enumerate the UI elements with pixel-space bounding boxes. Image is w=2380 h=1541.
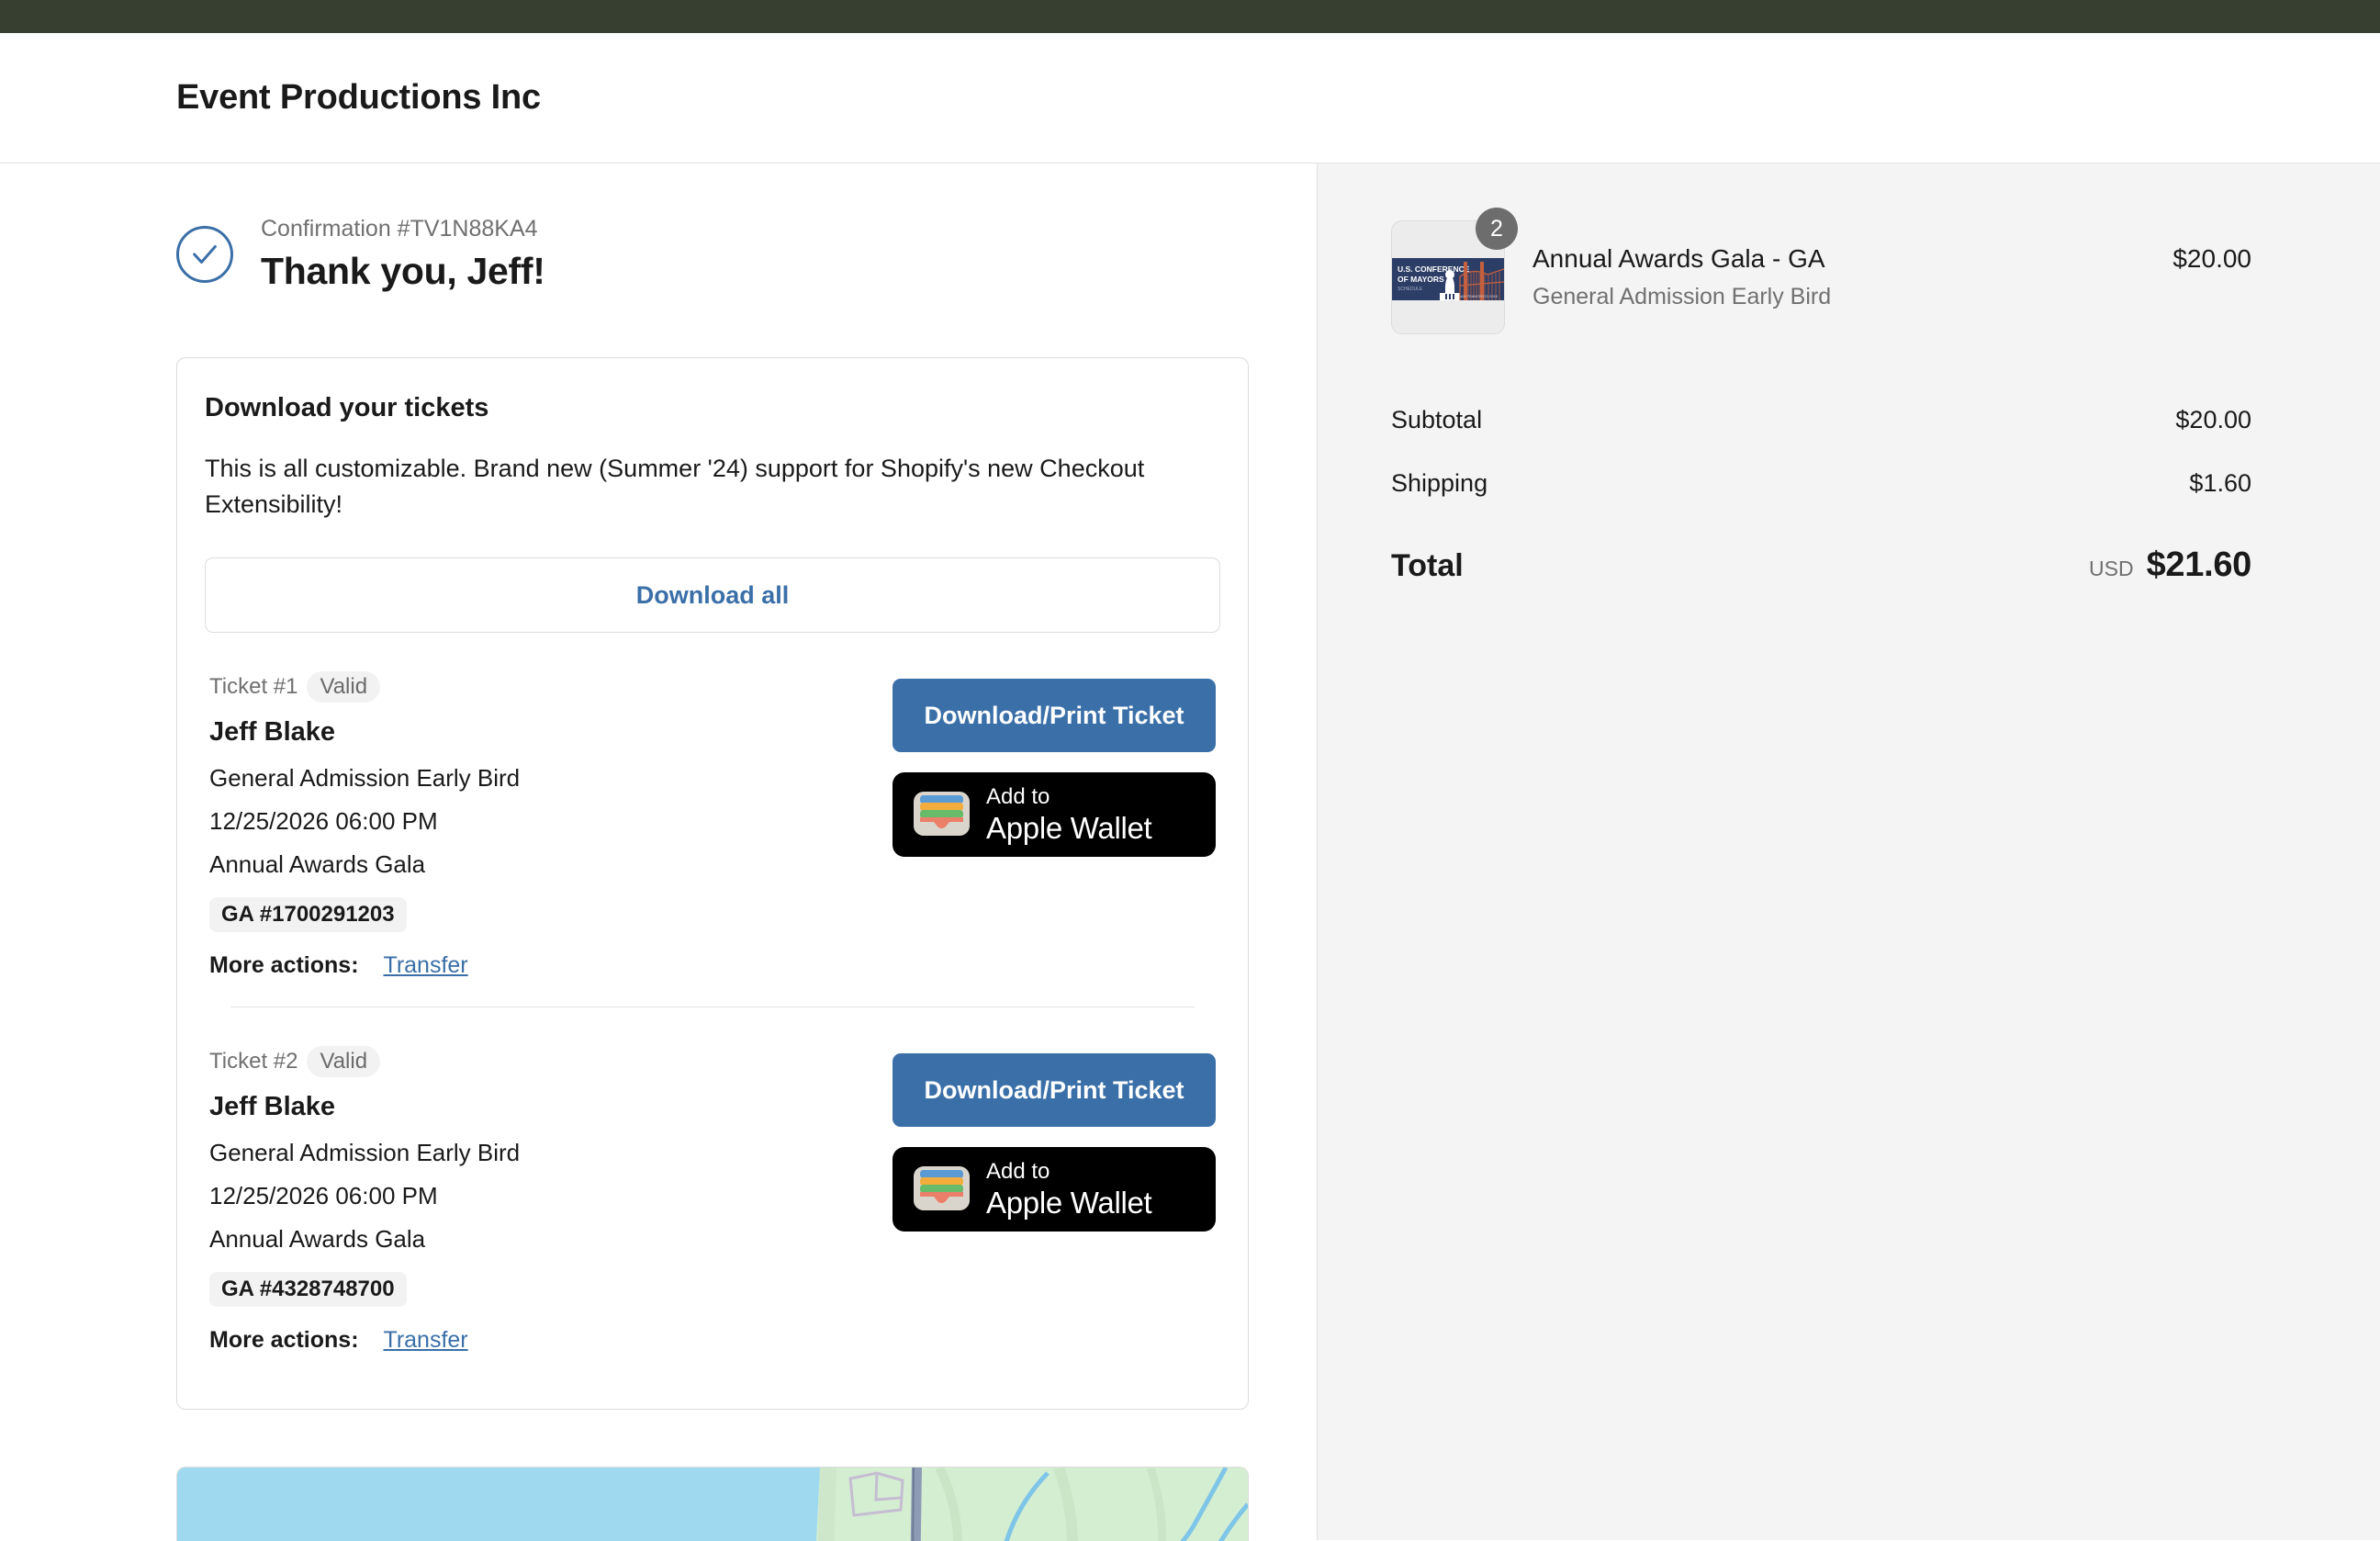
event-location-map[interactable] <box>176 1467 1249 1541</box>
shop-header: Event Productions Inc <box>0 33 2380 163</box>
confirmation-number: Confirmation #TV1N88KA4 <box>261 216 538 242</box>
total-row: Total USD $21.60 <box>1391 546 2251 585</box>
ticket-event-name: Annual Awards Gala <box>209 1225 426 1254</box>
ticket-actions: Download/Print Ticket Add to Apple Walle… <box>892 671 1216 858</box>
svg-text:OF MAYORS: OF MAYORS <box>1398 275 1444 284</box>
wallet-add-text: Add to <box>986 784 1050 810</box>
more-actions: More actions: Transfer <box>209 1327 520 1354</box>
status-badge: Valid <box>307 671 381 703</box>
check-circle-icon <box>176 225 233 283</box>
download-print-ticket-button[interactable]: Download/Print Ticket <box>892 1053 1216 1128</box>
total-amount: USD $21.60 <box>2089 546 2251 585</box>
ticket-actions: Download/Print Ticket Add to Apple Walle… <box>892 1046 1216 1232</box>
shipping-label: Shipping <box>1391 469 1488 497</box>
ticket-code: GA #4328748700 <box>209 1272 407 1308</box>
more-actions-label: More actions: <box>209 952 359 979</box>
subtotal-value: $20.00 <box>2175 406 2251 433</box>
product-thumbnail-wrap: U.S. CONFERENCE OF MAYORS SCHEDULE SAN F… <box>1391 208 1518 334</box>
total-value: $21.60 <box>2146 546 2252 584</box>
apple-wallet-label: Add to Apple Wallet <box>986 784 1152 846</box>
transfer-link[interactable]: Transfer <box>383 952 467 978</box>
ticket-type: General Admission Early Bird <box>209 764 521 793</box>
download-print-ticket-button[interactable]: Download/Print Ticket <box>892 679 1216 753</box>
attendee-name: Jeff Blake <box>209 717 336 748</box>
ticket-event-name: Annual Awards Gala <box>209 850 426 879</box>
status-badge: Valid <box>307 1046 381 1078</box>
order-item-title: Annual Awards Gala - GA <box>1532 244 1825 273</box>
order-line-item: U.S. CONFERENCE OF MAYORS SCHEDULE SAN F… <box>1391 208 2251 334</box>
ticket-info: Ticket #2 Valid Jeff Blake General Admis… <box>209 1046 520 1354</box>
order-item-price: $20.00 <box>2172 244 2251 273</box>
total-label: Total <box>1391 548 1464 583</box>
transfer-link[interactable]: Transfer <box>383 1327 467 1353</box>
wallet-brand-text: Apple Wallet <box>986 1186 1152 1220</box>
order-item-texts: Annual Awards Gala - GA General Admissio… <box>1532 220 2145 310</box>
thank-you-title: Thank you, Jeff! <box>261 249 545 292</box>
ticket-row: Ticket #2 Valid Jeff Blake General Admis… <box>205 1007 1220 1381</box>
ticket-info: Ticket #1 Valid Jeff Blake General Admis… <box>209 671 520 979</box>
order-summary: U.S. CONFERENCE OF MAYORS SCHEDULE SAN F… <box>1318 163 2380 1540</box>
more-actions-label: More actions: <box>209 1327 359 1354</box>
ticket-datetime: 12/25/2026 06:00 PM <box>209 1182 438 1210</box>
ticket-code: GA #1700291203 <box>209 897 407 933</box>
download-all-button[interactable]: Download all <box>205 557 1220 634</box>
tickets-card-description: This is all customizable. Brand new (Sum… <box>205 454 1145 518</box>
ticket-datetime: 12/25/2026 06:00 PM <box>209 807 438 836</box>
shop-name: Event Productions Inc <box>176 78 541 117</box>
wallet-add-text: Add to <box>986 1159 1050 1185</box>
svg-text:SAN FRANCISCO 2015: SAN FRANCISCO 2015 <box>1458 294 1499 298</box>
total-currency: USD <box>2089 557 2134 580</box>
confirmation-block: Confirmation #TV1N88KA4 Thank you, Jeff! <box>176 214 1317 295</box>
svg-text:U.S. CONFERENCE: U.S. CONFERENCE <box>1398 264 1470 274</box>
tickets-card: Download your tickets This is all custom… <box>176 356 1249 1411</box>
subtotal-row: Subtotal $20.00 <box>1391 406 2251 434</box>
page-body: Confirmation #TV1N88KA4 Thank you, Jeff!… <box>0 163 2380 1541</box>
order-item-variant: General Admission Early Bird <box>1532 284 1832 309</box>
main-column: Confirmation #TV1N88KA4 Thank you, Jeff!… <box>0 163 1318 1541</box>
ticket-number: Ticket #2 <box>209 1049 298 1074</box>
top-accent-bar <box>0 0 2380 33</box>
subtotal-label: Subtotal <box>1391 406 1483 433</box>
tickets-card-heading: Download your tickets <box>205 392 489 422</box>
apple-wallet-icon <box>913 1165 971 1214</box>
ticket-row: Ticket #1 Valid Jeff Blake General Admis… <box>205 633 1220 1007</box>
wallet-brand-text: Apple Wallet <box>986 811 1152 846</box>
attendee-name: Jeff Blake <box>209 1092 336 1122</box>
add-to-apple-wallet-button[interactable]: Add to Apple Wallet <box>892 772 1216 858</box>
shipping-value: $1.60 <box>2189 469 2251 497</box>
svg-text:SCHEDULE: SCHEDULE <box>1398 287 1423 292</box>
add-to-apple-wallet-button[interactable]: Add to Apple Wallet <box>892 1147 1216 1232</box>
ticket-number: Ticket #1 <box>209 674 298 700</box>
quantity-badge: 2 <box>1476 208 1518 250</box>
ticket-type: General Admission Early Bird <box>209 1139 521 1167</box>
ticket-header: Ticket #2 Valid <box>209 1046 520 1078</box>
apple-wallet-icon <box>913 791 971 839</box>
shipping-row: Shipping $1.60 <box>1391 469 2251 498</box>
apple-wallet-label: Add to Apple Wallet <box>986 1159 1152 1220</box>
ticket-header: Ticket #1 Valid <box>209 671 520 703</box>
more-actions: More actions: Transfer <box>209 952 520 979</box>
